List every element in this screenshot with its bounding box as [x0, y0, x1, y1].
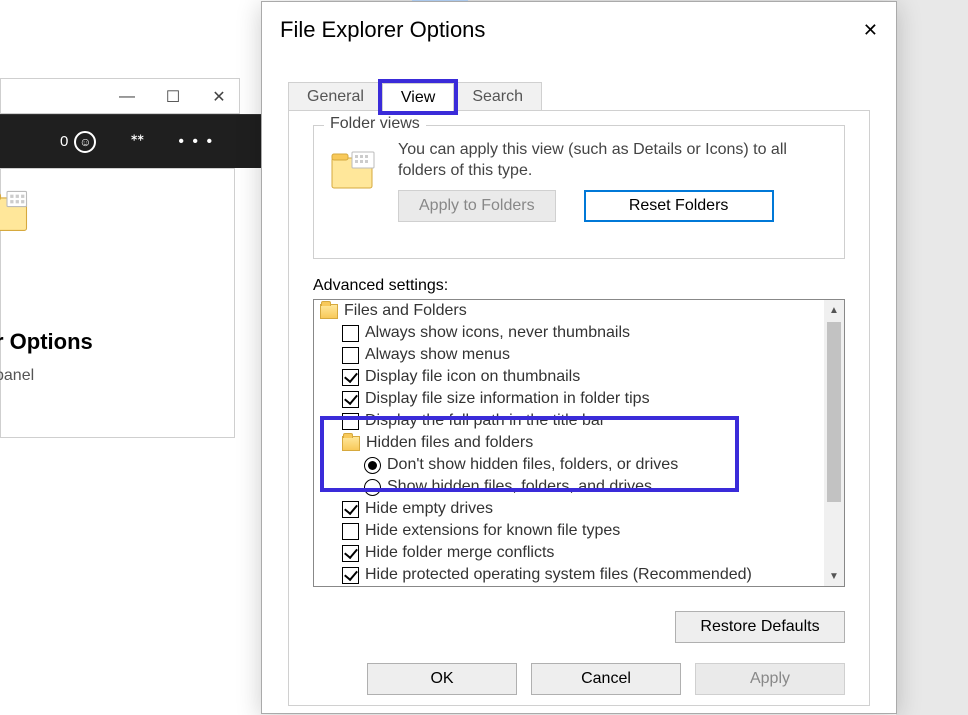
file-explorer-options-dialog: File Explorer Options ✕ General View Sea…	[261, 1, 897, 714]
restore-defaults-button[interactable]: Restore Defaults	[675, 611, 845, 643]
close-icon[interactable]: ✕	[863, 20, 878, 41]
folder-icon	[320, 304, 338, 319]
checkbox-icon[interactable]	[342, 325, 359, 342]
checkbox-icon[interactable]	[342, 501, 359, 518]
opt-display-full-path[interactable]: Display the full path in the title bar	[314, 410, 824, 432]
checkbox-icon[interactable]	[342, 413, 359, 430]
minimize-icon[interactable]: —	[117, 88, 137, 106]
advanced-settings-list: Files and Folders Always show icons, nev…	[313, 299, 845, 587]
checkbox-icon[interactable]	[342, 369, 359, 386]
scroll-thumb[interactable]	[827, 322, 841, 502]
checkbox-icon[interactable]	[342, 545, 359, 562]
bg-options-title: r Options	[0, 329, 93, 355]
advanced-settings-label: Advanced settings:	[313, 277, 448, 295]
opt-always-icons[interactable]: Always show icons, never thumbnails	[314, 322, 824, 344]
maximize-icon[interactable]: ☐	[163, 87, 183, 107]
apply-to-folders-button[interactable]: Apply to Folders	[398, 190, 556, 222]
bg-dark-zero: 0 ☺	[60, 131, 96, 153]
bg-window-titlebar: — ☐ ✕	[0, 78, 240, 114]
folder-views-icon	[330, 150, 378, 192]
bg-dark-zero-label: 0	[60, 133, 68, 150]
radio-icon[interactable]	[364, 457, 381, 474]
tree-label: Files and Folders	[344, 302, 467, 320]
opt-dont-show-hidden[interactable]: Don't show hidden files, folders, or dri…	[314, 454, 824, 476]
tree-label: Display file icon on thumbnails	[365, 368, 580, 386]
folder-views-group: Folder views You can apply this view (su…	[313, 125, 845, 259]
tree-label: Hide empty drives	[365, 500, 493, 518]
tree-label: Always show menus	[365, 346, 510, 364]
tree-label: Display file size information in folder …	[365, 390, 650, 408]
opt-hide-protected-os-files[interactable]: Hide protected operating system files (R…	[314, 564, 824, 586]
bg-dark-toolbar: 0 ☺ ᕯ • • •	[0, 114, 261, 168]
opt-show-hidden[interactable]: Show hidden files, folders, and drives	[314, 476, 824, 498]
tree-label: Hide protected operating system files (R…	[365, 566, 752, 584]
folder-views-desc: You can apply this view (such as Details…	[398, 140, 830, 182]
tree-label: Always show icons, never thumbnails	[365, 324, 630, 342]
reset-folders-button[interactable]: Reset Folders	[584, 190, 774, 222]
opt-display-icon-thumbnails[interactable]: Display file icon on thumbnails	[314, 366, 824, 388]
opt-always-menus[interactable]: Always show menus	[314, 344, 824, 366]
scroll-down-icon[interactable]: ▼	[824, 566, 844, 586]
opt-hide-extensions[interactable]: Hide extensions for known file types	[314, 520, 824, 542]
tree-label: Hide folder merge conflicts	[365, 544, 554, 562]
folder-icon	[342, 436, 360, 451]
checkbox-icon[interactable]	[342, 347, 359, 364]
cancel-button[interactable]: Cancel	[531, 663, 681, 695]
folder-options-icon	[0, 189, 33, 235]
tab-view[interactable]: View	[382, 83, 454, 111]
person-icon[interactable]: ᕯ	[130, 132, 144, 152]
scrollbar[interactable]: ▲ ▼	[824, 300, 844, 586]
more-icon[interactable]: • • •	[178, 133, 214, 151]
tab-general[interactable]: General	[288, 82, 383, 110]
opt-hide-empty-drives[interactable]: Hide empty drives	[314, 498, 824, 520]
tree-group-hidden: Hidden files and folders	[314, 432, 824, 454]
bg-options-subtitle: panel	[0, 367, 34, 385]
checkbox-icon[interactable]	[342, 391, 359, 408]
tree-group-files-and-folders: Files and Folders	[314, 300, 824, 322]
badge-icon[interactable]: ☺	[74, 131, 96, 153]
tab-body: Folder views You can apply this view (su…	[288, 110, 870, 706]
apply-button[interactable]: Apply	[695, 663, 845, 695]
bg-right-strip	[896, 0, 968, 715]
ok-button[interactable]: OK	[367, 663, 517, 695]
opt-hide-merge-conflicts[interactable]: Hide folder merge conflicts	[314, 542, 824, 564]
tree-label: Don't show hidden files, folders, or dri…	[387, 456, 678, 474]
dialog-titlebar: File Explorer Options ✕	[262, 2, 896, 58]
checkbox-icon[interactable]	[342, 567, 359, 584]
opt-display-size-tips[interactable]: Display file size information in folder …	[314, 388, 824, 410]
tab-search[interactable]: Search	[453, 82, 542, 110]
tree-label: Hide extensions for known file types	[365, 522, 620, 540]
tabs: General View Search	[288, 76, 896, 110]
tree-label: Hidden files and folders	[366, 434, 533, 452]
dialog-title: File Explorer Options	[280, 17, 485, 43]
radio-icon[interactable]	[364, 479, 381, 496]
folder-views-legend: Folder views	[324, 115, 426, 133]
close-icon[interactable]: ✕	[209, 87, 229, 107]
tree-label: Display the full path in the title bar	[365, 412, 605, 430]
checkbox-icon[interactable]	[342, 523, 359, 540]
bg-side-panel: r Options panel	[0, 168, 235, 438]
tree-label: Show hidden files, folders, and drives	[387, 478, 652, 496]
scroll-up-icon[interactable]: ▲	[824, 300, 844, 320]
